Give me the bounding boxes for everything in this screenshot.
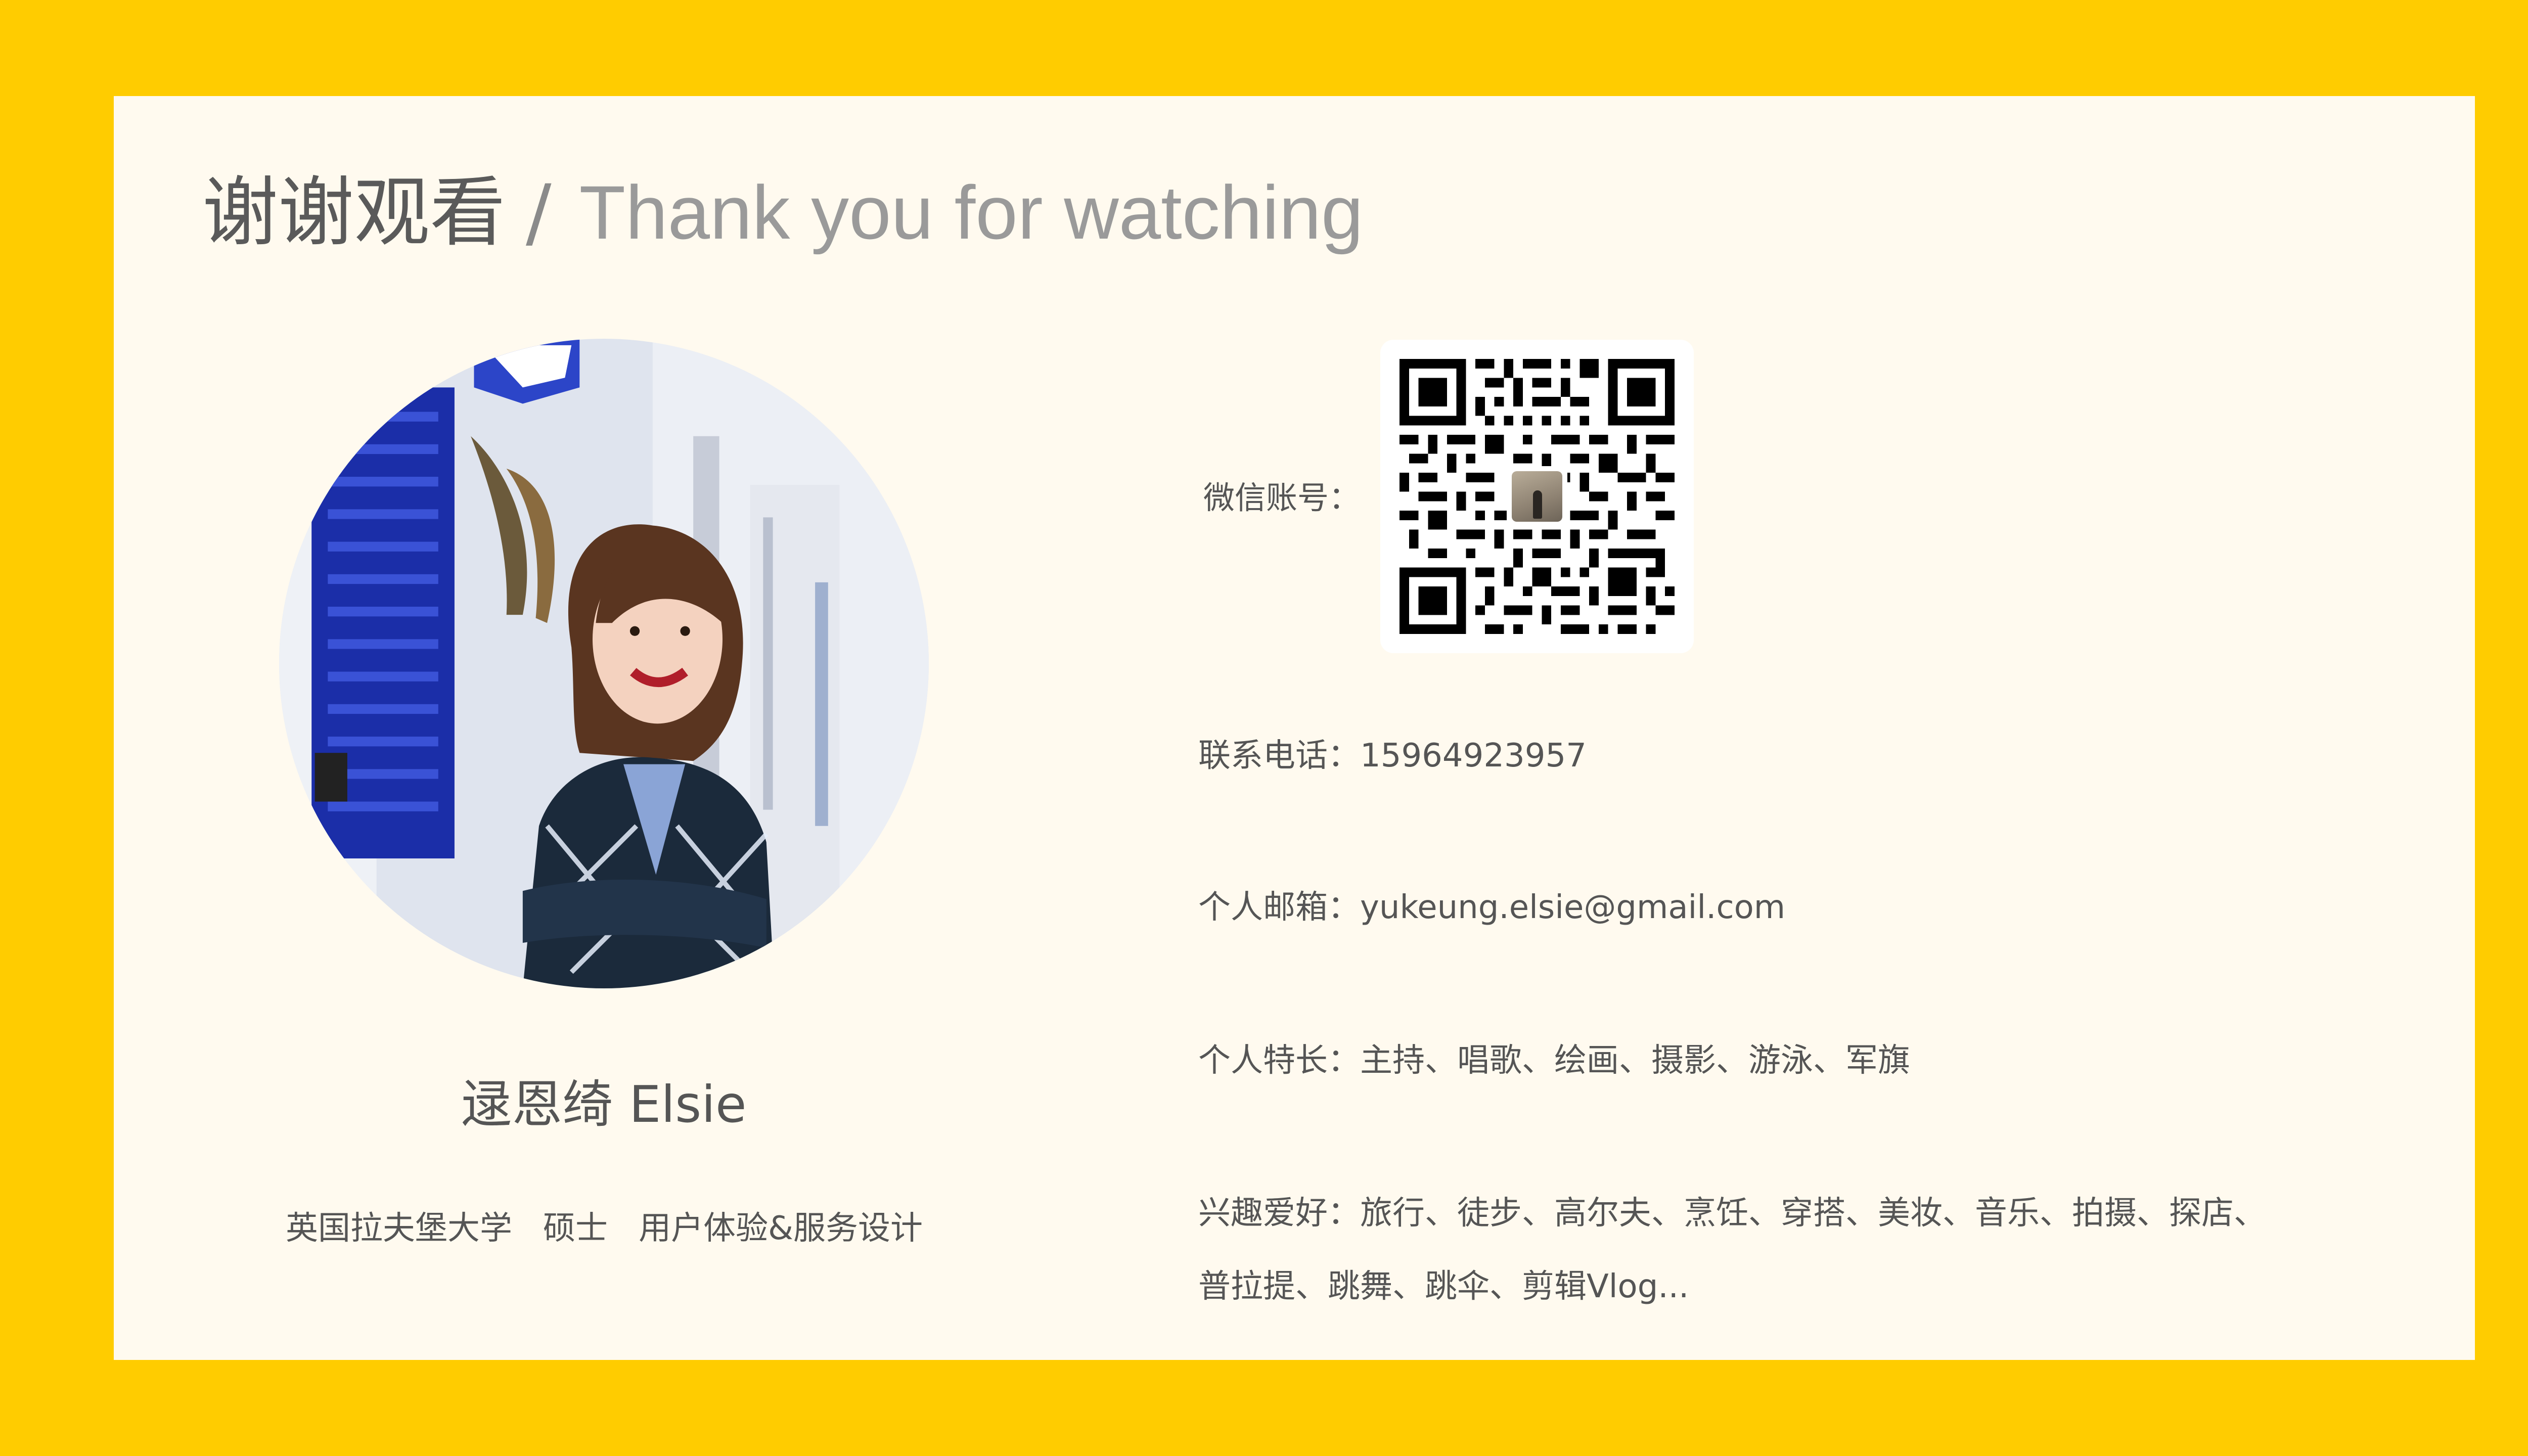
phone-value: 15964923957 [1360, 737, 1587, 775]
phone-label: 联系电话： [1198, 737, 1360, 775]
hobbies-value-line1: 旅行、徒步、高尔夫、烹饪、穿搭、美妆、音乐、拍摄、探店、 [1360, 1195, 2266, 1232]
skills-row: 个人特长：主持、唱歌、绘画、摄影、游泳、军旗 [1198, 1025, 1910, 1096]
page-title: 谢谢观看 / Thank you for watching [202, 162, 1363, 263]
profile-photo [279, 339, 929, 988]
person-name: 逯恩绮 Elsie [461, 1075, 747, 1134]
hobbies-value-line2: 普拉提、跳舞、跳伞、剪辑Vlog... [1198, 1268, 1689, 1305]
hobbies-label: 兴趣爱好： [1198, 1195, 1360, 1232]
wechat-qr-code [1380, 340, 1694, 653]
email-row: 个人邮箱：yukeung.elsie@gmail.com [1198, 872, 1785, 943]
education-line: 英国拉夫堡大学 硕士 用户体验&服务设计 [286, 1210, 923, 1247]
email-label: 个人邮箱： [1198, 889, 1360, 926]
title-english: Thank you for watching [579, 170, 1364, 255]
hobbies-row: 兴趣爱好：旅行、徒步、高尔夫、烹饪、穿搭、美妆、音乐、拍摄、探店、 [1198, 1178, 2266, 1249]
qr-center-avatar [1507, 466, 1567, 527]
skills-label: 个人特长： [1198, 1042, 1360, 1079]
phone-row: 联系电话：15964923957 [1198, 720, 1587, 791]
title-separator: / [526, 169, 552, 257]
wechat-label: 微信账号： [1203, 479, 1361, 516]
skills-value: 主持、唱歌、绘画、摄影、游泳、军旗 [1360, 1042, 1910, 1079]
hobbies-continuation-row: 普拉提、跳舞、跳伞、剪辑Vlog... [1198, 1251, 1689, 1322]
title-chinese: 谢谢观看 [202, 169, 506, 257]
email-value: yukeung.elsie@gmail.com [1360, 889, 1786, 926]
